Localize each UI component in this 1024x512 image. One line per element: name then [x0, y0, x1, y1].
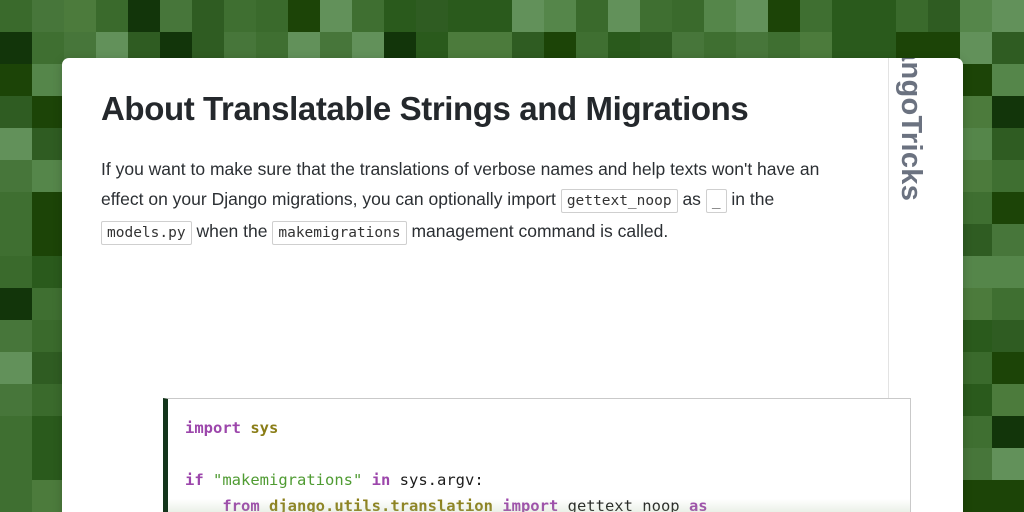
- paragraph-text-4: when the: [196, 221, 268, 241]
- paragraph-text-3: in the: [731, 189, 775, 209]
- inline-code-makemigrations: makemigrations: [272, 221, 407, 245]
- intro-paragraph: If you want to make sure that the transl…: [62, 130, 888, 248]
- article-card: About Translatable Strings and Migration…: [62, 58, 963, 512]
- paragraph-text-5: management command is called.: [411, 221, 669, 241]
- paragraph-text-2: as: [682, 189, 701, 209]
- inline-code-models-py: models.py: [101, 221, 192, 245]
- author-handle[interactable]: @DjangoTricks: [894, 58, 927, 201]
- code-block-content: import sys if "makemigrations" in sys.ar…: [185, 419, 727, 512]
- article-content-column: About Translatable Strings and Migration…: [62, 58, 911, 512]
- screenshot-root: About Translatable Strings and Migration…: [0, 0, 1024, 512]
- inline-code-underscore: _: [705, 189, 727, 213]
- inline-code-gettext-noop: gettext_noop: [560, 189, 678, 213]
- code-block[interactable]: import sys if "makemigrations" in sys.ar…: [163, 398, 911, 512]
- page-title: About Translatable Strings and Migration…: [101, 90, 749, 127]
